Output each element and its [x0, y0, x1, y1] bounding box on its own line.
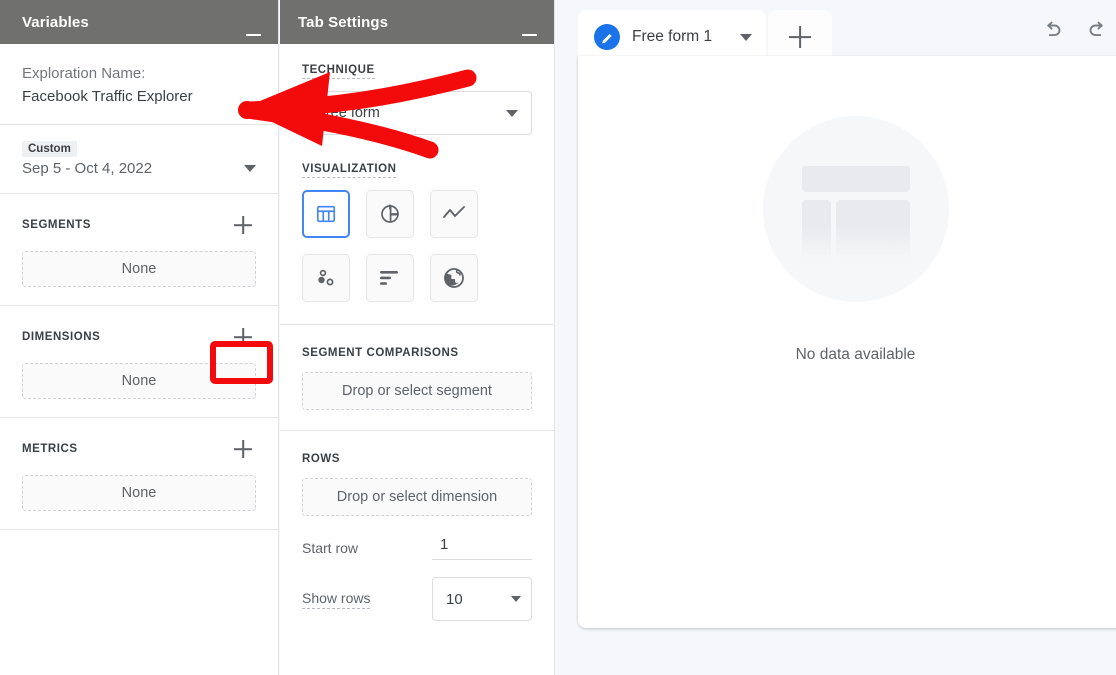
rows-label: ROWS	[302, 453, 340, 467]
show-rows-label: Show rows	[302, 590, 370, 609]
metrics-add-button[interactable]	[230, 436, 256, 462]
app-root: Variables Exploration Name: Facebook Tra…	[0, 0, 1116, 675]
visualization-label: VISUALIZATION	[302, 163, 396, 178]
undo-icon	[1040, 18, 1064, 42]
date-range-selector[interactable]: Sep 5 - Oct 4, 2022	[22, 160, 256, 177]
redo-icon	[1086, 18, 1110, 42]
viz-option-donut[interactable]	[366, 190, 414, 238]
empty-state: No data available	[578, 116, 1116, 364]
metrics-section: METRICS None	[0, 418, 278, 530]
technique-label: TECHNIQUE	[302, 64, 375, 79]
exploration-name-value[interactable]: Facebook Traffic Explorer	[22, 85, 256, 108]
donut-chart-icon	[378, 202, 402, 226]
chevron-down-icon[interactable]	[740, 34, 752, 41]
tab-settings-panel-title: Tab Settings	[298, 14, 388, 31]
show-rows-select[interactable]: 10	[432, 577, 532, 621]
dimensions-none-chip[interactable]: None	[22, 363, 256, 399]
scatter-chart-icon	[314, 266, 338, 290]
redo-button[interactable]	[1086, 18, 1110, 42]
minimize-icon[interactable]	[522, 24, 538, 38]
chevron-down-icon	[506, 110, 518, 117]
technique-value: Free form	[317, 105, 380, 121]
metrics-none-chip[interactable]: None	[22, 475, 256, 511]
show-rows-value: 10	[446, 591, 463, 608]
plus-icon	[787, 24, 813, 50]
exploration-name-label: Exploration Name:	[22, 62, 256, 85]
edit-pencil-icon	[594, 24, 620, 50]
rows-dropzone[interactable]: Drop or select dimension	[302, 478, 532, 516]
visualization-section: VISUALIZATION	[280, 151, 554, 325]
viz-option-table[interactable]	[302, 190, 350, 238]
variables-panel-title: Variables	[22, 14, 89, 31]
tab-label: Free form 1	[632, 28, 712, 46]
date-range-section: Custom Sep 5 - Oct 4, 2022	[0, 125, 278, 194]
segments-add-button[interactable]	[230, 212, 256, 238]
bar-chart-icon	[378, 269, 402, 287]
viz-option-scatter[interactable]	[302, 254, 350, 302]
viz-option-geo[interactable]	[430, 254, 478, 302]
segments-label: SEGMENTS	[22, 219, 91, 231]
date-range-value: Sep 5 - Oct 4, 2022	[22, 160, 152, 177]
table-placeholder-icon	[763, 116, 949, 302]
segment-comparisons-dropzone[interactable]: Drop or select segment	[302, 372, 532, 410]
chevron-down-icon	[511, 596, 521, 602]
canvas-toolbar	[1040, 18, 1116, 42]
segment-comparisons-label: SEGMENT COMPARISONS	[302, 347, 459, 361]
technique-section: TECHNIQUE Free form	[280, 44, 554, 151]
start-row-label: Start row	[302, 540, 358, 556]
minimize-icon[interactable]	[246, 24, 262, 38]
segment-comparisons-section: SEGMENT COMPARISONS Drop or select segme…	[280, 325, 554, 431]
exploration-name-section: Exploration Name: Facebook Traffic Explo…	[0, 44, 278, 125]
visualization-options	[302, 190, 532, 302]
viz-option-line[interactable]	[430, 190, 478, 238]
show-rows-field: Show rows 10	[302, 577, 532, 621]
technique-select[interactable]: Free form	[302, 91, 532, 135]
start-row-field: Start row 1	[302, 536, 532, 560]
variables-panel-header: Variables	[0, 0, 278, 44]
tab-settings-panel-header: Tab Settings	[280, 0, 554, 44]
viz-option-bar[interactable]	[366, 254, 414, 302]
date-range-badge: Custom	[22, 141, 77, 157]
tab-settings-panel: Tab Settings TECHNIQUE Free form VISUALI…	[280, 0, 555, 675]
chevron-down-icon	[244, 165, 256, 172]
dimensions-label: DIMENSIONS	[22, 331, 100, 343]
metrics-label: METRICS	[22, 443, 78, 455]
empty-state-text: No data available	[796, 346, 916, 364]
exploration-canvas: No data available	[578, 56, 1116, 628]
rows-section: ROWS Drop or select dimension Start row …	[280, 431, 554, 639]
start-row-input[interactable]: 1	[432, 536, 532, 560]
segments-none-chip[interactable]: None	[22, 251, 256, 287]
variables-panel: Variables Exploration Name: Facebook Tra…	[0, 0, 279, 675]
table-chart-icon	[315, 203, 337, 225]
line-chart-icon	[442, 204, 466, 224]
canvas-area: Free form 1	[555, 0, 1116, 675]
undo-button[interactable]	[1040, 18, 1064, 42]
dimensions-add-button[interactable]	[230, 324, 256, 350]
geo-map-icon	[442, 266, 466, 290]
dimensions-section: DIMENSIONS None	[0, 306, 278, 418]
segments-section: SEGMENTS None	[0, 194, 278, 306]
